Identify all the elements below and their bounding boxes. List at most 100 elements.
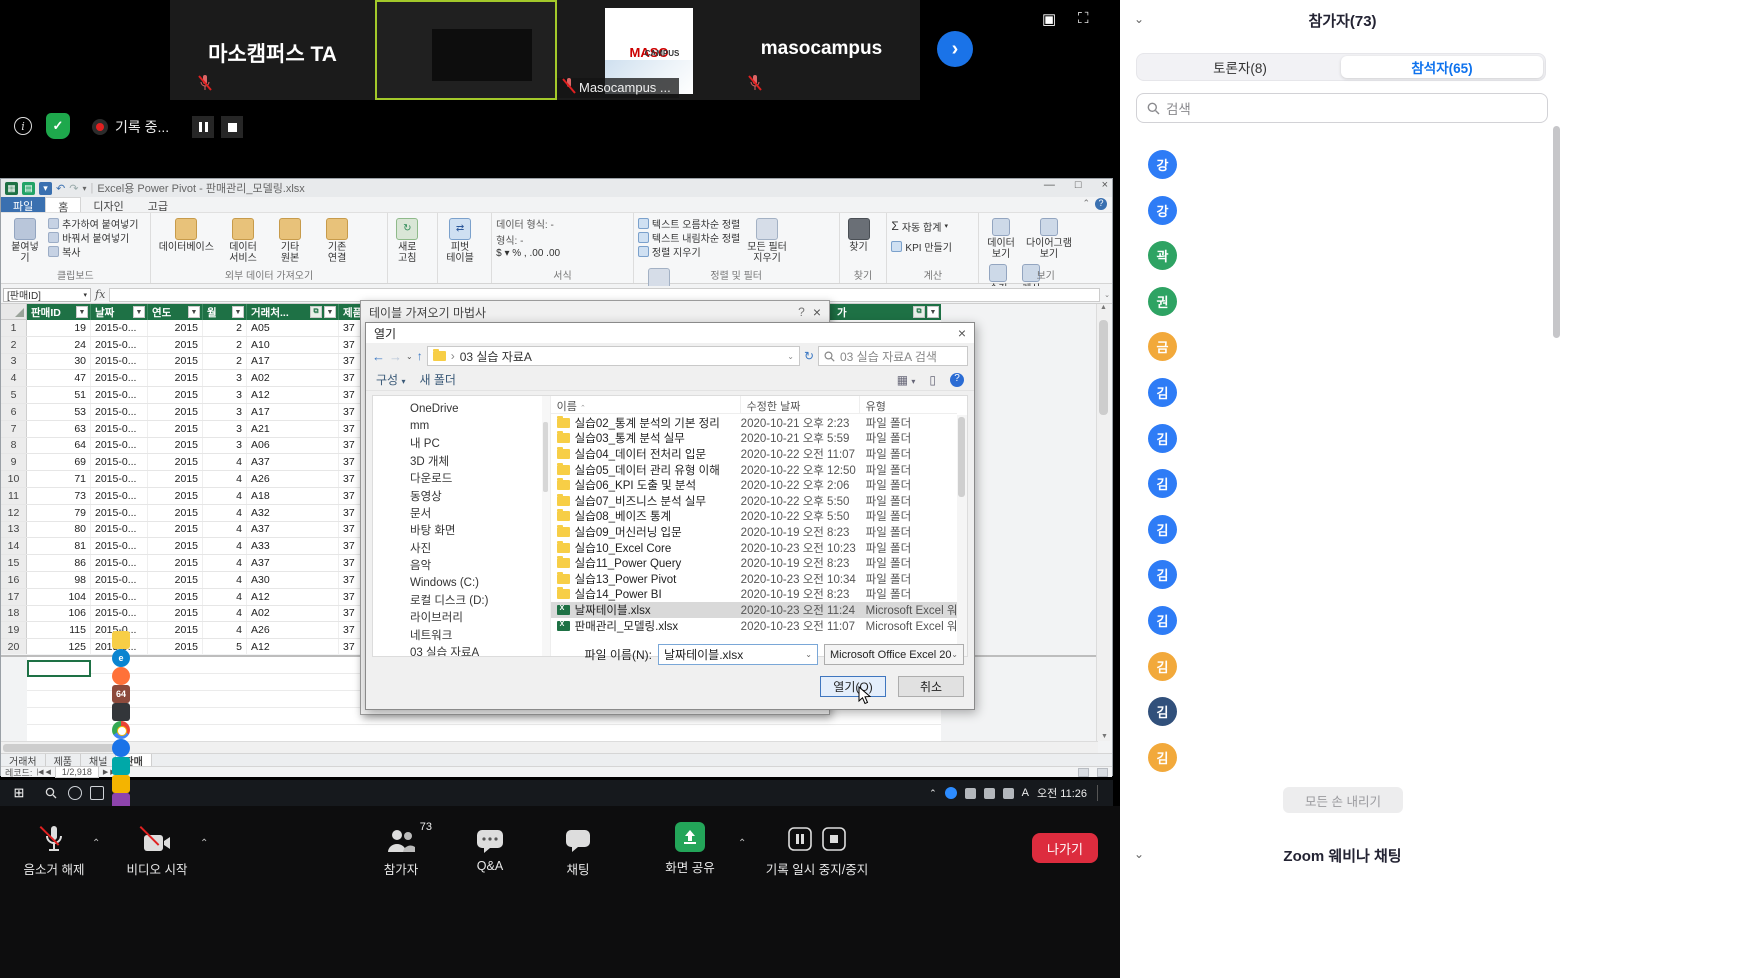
help-icon[interactable]: ? [1095,198,1107,210]
external-data-button[interactable]: 데이터 서비스 [221,216,265,266]
row-number[interactable]: 2 [1,337,27,353]
share-screen-control[interactable]: 화면 공유 [642,822,738,876]
stop-recording-button[interactable] [221,116,243,138]
column-header-month[interactable]: 월▼ [203,304,247,320]
row-number[interactable]: 14 [1,538,27,554]
list-item[interactable]: 강 [1148,196,1177,242]
taskbar-app-icon[interactable]: e [112,649,130,667]
filter-dropdown-icon[interactable]: ▼ [324,306,336,318]
recording-control[interactable]: 기록 일시 중지/중지 [752,824,882,878]
address-dropdown-icon[interactable]: ⌄ [787,352,794,361]
sort-button[interactable]: 정렬 지우기 [638,244,740,258]
data-view-icon[interactable] [1078,768,1089,777]
row-number[interactable]: 11 [1,488,27,504]
video-tile-1[interactable]: 마소캠퍼스 TA [170,0,375,100]
clock[interactable]: 오전 11:26 [1037,785,1087,801]
open-dialog-title-bar[interactable]: 열기 × [366,323,974,343]
filter-dropdown-icon[interactable]: ▼ [232,306,244,318]
cancel-button[interactable]: 취소 [898,676,964,697]
audio-options-chevron[interactable]: ⌃ [92,838,100,849]
row-number[interactable]: 5 [1,387,27,403]
scroll-thumb[interactable] [1099,320,1108,415]
maximize-button[interactable]: □ [1075,179,1082,191]
chat-control[interactable]: 채팅 [548,824,608,878]
column-header-year[interactable]: 연도▼ [148,304,203,320]
nav-item[interactable]: 3D 개체 [373,452,550,469]
list-item[interactable]: 김 [1148,743,1177,789]
clipboard-option-button[interactable]: 바꿔서 붙여넣기 [48,230,138,244]
create-kpi-button[interactable]: KPI 만들기 [891,236,974,256]
sort-button[interactable]: 텍스트 오름차순 정렬 [638,216,740,230]
taskbar-app-icon[interactable] [112,703,130,721]
panel-tab[interactable]: 토론자(8) [1139,56,1341,78]
participant-search-input[interactable]: 검색 [1136,93,1548,123]
diagram-view-icon[interactable] [1097,768,1108,777]
fullscreen-icon[interactable]: ⛶ [1078,10,1089,27]
autosum-button[interactable]: Σ자동 합계▾ [891,216,974,236]
taskbar-app-icon[interactable] [112,739,130,757]
pivot-table-button[interactable]: ⇄ 피벗 테이블 [442,216,478,266]
file-row[interactable]: 실습09_머신러닝 입문 2020-10-19 오전 8:23 파일 폴더 [551,524,967,540]
list-item[interactable]: 금 [1148,332,1177,378]
file-row[interactable]: 실습02_통계 분석의 기본 정리 2020-10-21 오후 2:23 파일 … [551,415,967,431]
file-row[interactable]: 실습04_데이터 전처리 입문 2020-10-22 오전 11:07 파일 폴… [551,446,967,462]
list-item[interactable]: 김 [1148,606,1177,652]
filter-dropdown-icon[interactable]: ▼ [927,306,939,318]
view-button[interactable]: 데이터 보기 [983,216,1019,262]
row-number[interactable]: 6 [1,404,27,420]
row-number[interactable]: 7 [1,421,27,437]
nav-item[interactable]: 라이브러리 [373,609,550,626]
external-data-button[interactable]: 기타 원본 [268,216,312,266]
row-number[interactable]: 8 [1,438,27,454]
scroll-thumb[interactable] [958,417,965,497]
taskbar-app-icon[interactable] [112,721,130,739]
taskbar-app-icon[interactable] [112,667,130,685]
nav-item[interactable]: OneDrive [373,400,550,417]
minimize-button[interactable]: — [1044,179,1055,191]
file-row[interactable]: 실습06_KPI 도출 및 분석 2020-10-22 오후 2:06 파일 폴… [551,477,967,493]
nav-item[interactable]: 내 PC [373,435,550,452]
video-tile-4[interactable]: masocampus [723,0,920,100]
nav-item[interactable]: 문서 [373,504,550,521]
nav-item[interactable]: 네트워크 [373,626,550,643]
wizard-close-button[interactable]: × [813,304,821,320]
find-button[interactable]: 찾기 [844,216,874,255]
open-dialog-close-button[interactable]: × [958,325,966,341]
nav-item[interactable]: 음악 [373,557,550,574]
taskbar-app-icon[interactable] [112,631,130,649]
paste-button[interactable]: 붙여넣기 [5,216,45,266]
column-type[interactable]: 유형 [860,396,957,413]
forward-button[interactable]: → [389,349,402,364]
number-format-buttons[interactable]: $ ▾ % , .00 .00 [496,248,629,264]
row-number[interactable]: 15 [1,555,27,571]
clipboard-option-button[interactable]: 추가하여 붙여넣기 [48,216,138,230]
row-number[interactable]: 18 [1,606,27,622]
column-header-vendor[interactable]: 거래처...⧉▼ [247,304,339,320]
address-bar[interactable]: › 03 실습 자료A ⌄ [427,346,800,366]
nav-item[interactable]: Windows (C:) [373,574,550,591]
filter-dropdown-icon[interactable]: ▼ [188,306,200,318]
row-number[interactable]: 3 [1,354,27,370]
unmute-control[interactable]: 음소거 해제 [14,824,94,878]
file-row[interactable]: 실습08_베이즈 통계 2020-10-22 오후 5:50 파일 폴더 [551,509,967,525]
row-number[interactable]: 13 [1,522,27,538]
list-item[interactable]: 김 [1148,469,1177,515]
search-box[interactable]: 03 실습 자료A 검색 [818,346,968,366]
data-type-dropdown[interactable]: 데이터 형식: - [496,216,629,232]
start-video-control[interactable]: 비디오 시작 [112,824,202,878]
video-tile-active-speaker[interactable] [375,0,557,100]
name-box[interactable]: [판매ID]▾ [3,288,91,302]
leave-button[interactable]: 나가기 [1032,833,1098,863]
view-button[interactable]: 다이어그램 보기 [1022,216,1076,262]
row-number[interactable]: 1 [1,320,27,336]
file-row[interactable]: 실습10_Excel Core 2020-10-23 오전 10:23 파일 폴… [551,540,967,556]
notification-center-icon[interactable] [1097,785,1111,801]
row-number[interactable]: 16 [1,572,27,588]
file-row[interactable]: 실습13_Power Pivot 2020-10-23 오전 10:34 파일 … [551,571,967,587]
column-name[interactable]: 이름 ⌃ [551,396,741,413]
refresh-button[interactable]: ↻ [804,349,814,363]
column-header-date[interactable]: 날짜▼ [91,304,148,320]
qa-control[interactable]: Q&A [458,824,522,873]
cortana-icon[interactable] [68,786,82,800]
file-row[interactable]: 실습03_통계 분석 실무 2020-10-21 오후 5:59 파일 폴더 [551,431,967,447]
